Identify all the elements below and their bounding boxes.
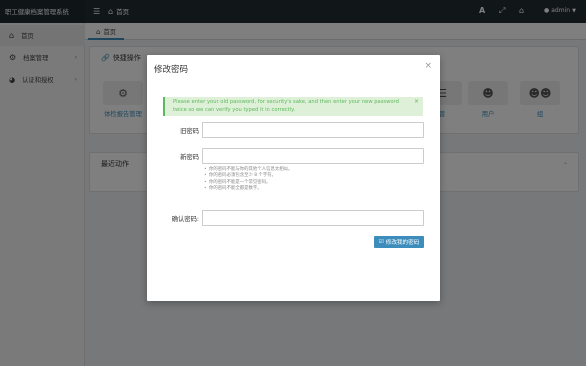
check-square-icon: ☑ [378, 239, 384, 245]
confirm-password-label: 确认密码: [171, 216, 199, 223]
change-password-button[interactable]: ☑ 修改我的密码 [374, 236, 424, 248]
confirm-password-field[interactable] [202, 210, 424, 226]
modal-title: 修改密码 [154, 65, 189, 75]
alert-text: Please enter your old password, for secu… [173, 99, 399, 113]
new-password-label: 新密码 [180, 154, 199, 161]
submit-label: 修改我的密码 [385, 240, 420, 246]
old-password-label: 旧密码 [180, 128, 199, 135]
close-icon[interactable]: × [424, 61, 432, 71]
alert-close-icon[interactable]: × [414, 98, 419, 106]
new-password-field[interactable] [202, 148, 424, 164]
old-password-field[interactable] [202, 122, 424, 138]
password-hints: 你的密码不能与你的其他个人信息太相似。 你的密码必须包含至少 8 个字符。 你的… [204, 167, 292, 193]
hint-item: 你的密码不能全都是数字。 [204, 186, 292, 193]
change-password-modal: 修改密码 × Please enter your old password, f… [147, 55, 440, 301]
info-alert: Please enter your old password, for secu… [163, 97, 423, 116]
